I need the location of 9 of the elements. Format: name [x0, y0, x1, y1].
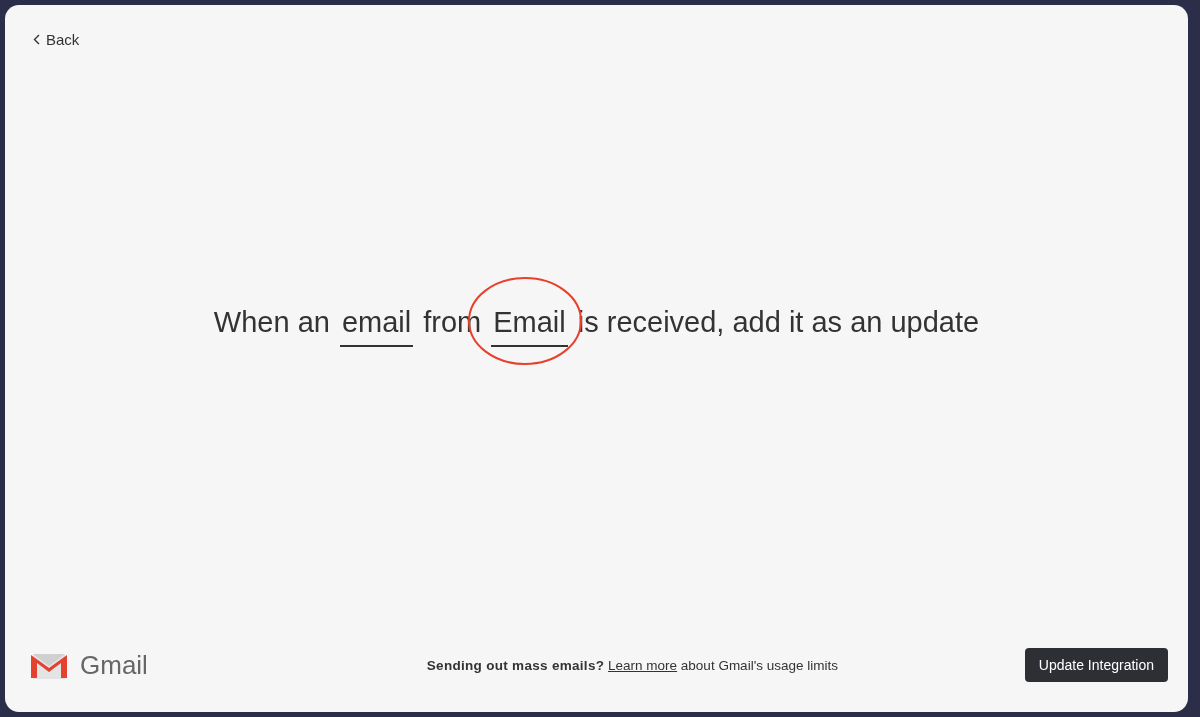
sentence-text: When an [213, 306, 330, 339]
usage-notice: Sending out mass emails? Learn more about Gmail's usage limits [425, 657, 839, 673]
gmail-logo-icon [30, 651, 68, 679]
chevron-left-icon [33, 34, 40, 45]
brand-name: Gmail [80, 649, 148, 681]
back-button[interactable]: Back [33, 31, 80, 48]
learn-more-link[interactable]: Learn more [608, 657, 678, 673]
update-integration-button[interactable]: Update Integration [1024, 648, 1168, 682]
option-select[interactable]: email [339, 306, 414, 347]
